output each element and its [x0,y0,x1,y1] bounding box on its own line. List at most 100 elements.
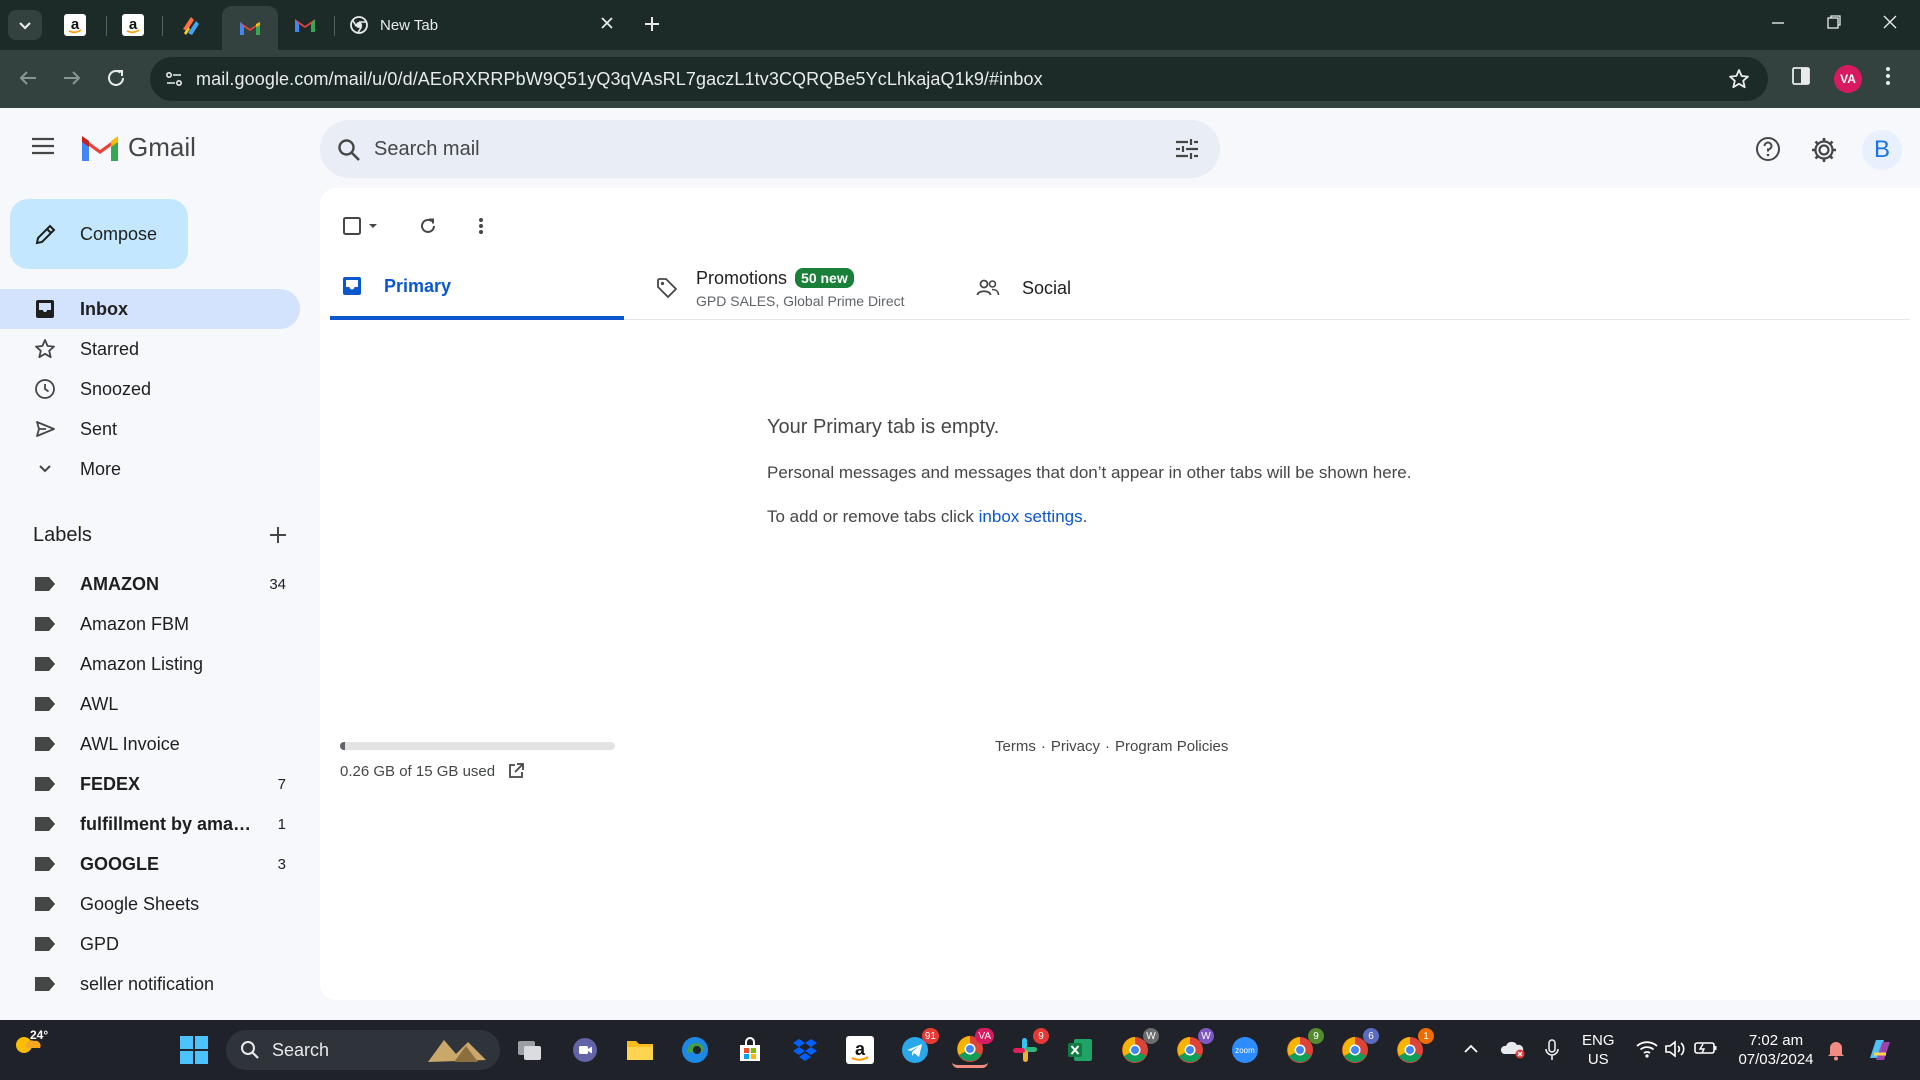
tab-app[interactable] [164,6,218,44]
close-window-icon[interactable] [1882,14,1898,30]
program-policies-link[interactable]: Program Policies [1115,738,1228,755]
zoom-button[interactable]: zoom [1227,1032,1263,1068]
more-vert-icon[interactable] [1884,65,1892,87]
back-arrow-icon[interactable] [16,66,40,90]
search-bar[interactable] [320,120,1220,178]
select-dropdown-icon[interactable] [368,221,378,231]
close-icon[interactable] [600,16,614,30]
gmail-logo[interactable]: Gmail [80,132,196,163]
search-options-icon[interactable] [1174,137,1200,161]
open-external-icon[interactable] [507,762,525,780]
slack-button[interactable]: 9 [1007,1028,1049,1068]
taskbar-search[interactable]: Search [226,1030,500,1070]
site-settings-icon[interactable] [164,69,184,89]
search-icon[interactable] [336,137,362,163]
tray-chevron-up-icon[interactable] [1462,1042,1480,1056]
label-item-amazon-listing[interactable]: Amazon Listing [0,644,300,684]
tab-gmail-active[interactable] [222,6,278,50]
label-count: 1 [277,815,286,833]
amazon-app-button[interactable]: a [842,1032,878,1068]
chrome-w1-button[interactable]: W [1117,1028,1159,1068]
label-item-fedex[interactable]: FEDEX 7 [0,764,300,804]
side-panel-icon[interactable] [1790,65,1812,87]
tab-promotions[interactable]: Promotions 50 new GPD SALES, Global Prim… [646,256,946,320]
refresh-icon[interactable] [418,216,438,236]
footer-links: Terms · Privacy · Program Policies [995,738,1228,755]
volume-icon[interactable] [1664,1040,1686,1058]
tab-primary[interactable]: Primary [330,256,624,320]
privacy-link[interactable]: Privacy [1051,738,1100,755]
wifi-icon[interactable] [1636,1040,1658,1058]
settings-gear-icon[interactable] [1810,136,1838,164]
browser-profile-avatar[interactable]: VA [1834,65,1862,93]
teams-chat-button[interactable] [567,1032,603,1068]
onedrive-offline-icon[interactable] [1500,1039,1526,1059]
inbox-settings-link[interactable]: inbox settings [979,507,1083,526]
telegram-button[interactable]: 91 [897,1028,939,1068]
sidebar-item-snoozed[interactable]: Snoozed [0,369,300,409]
gmail-icon [294,17,316,33]
label-name: Amazon FBM [80,613,190,634]
add-label-plus-icon[interactable] [267,524,289,546]
store-button[interactable] [732,1032,768,1068]
task-view-button[interactable] [512,1032,548,1068]
tab-amazon-1[interactable]: a [48,6,102,44]
terms-link[interactable]: Terms [995,738,1036,755]
battery-icon[interactable] [1694,1040,1718,1056]
tab-label: Social [1022,277,1072,298]
tab-gmail-2[interactable] [278,6,332,44]
chrome-va-button[interactable]: VA [952,1028,994,1068]
help-icon[interactable] [1755,136,1781,162]
sidebar-item-inbox[interactable]: Inbox [0,289,300,329]
pencil-icon [34,222,58,246]
account-avatar[interactable]: B [1862,130,1902,170]
dropbox-icon [791,1037,819,1063]
language-indicator[interactable]: ENG US [1582,1031,1615,1069]
more-vert-icon[interactable] [478,216,484,236]
new-tab-plus-icon[interactable] [640,12,664,36]
chrome-w2-button[interactable]: W [1172,1028,1214,1068]
labels-title: Labels [33,524,92,546]
chrome-1-button[interactable]: 1 [1392,1028,1434,1068]
sidebar-item-sent[interactable]: Sent [0,409,300,449]
chrome-9-button[interactable]: 9 [1282,1028,1324,1068]
label-item-awl-invoice[interactable]: AWL Invoice [0,724,300,764]
copilot-icon[interactable] [1864,1034,1896,1066]
label-item-google[interactable]: GOOGLE 3 [0,844,300,884]
svg-text:a: a [71,16,80,33]
dropbox-button[interactable] [787,1032,823,1068]
main-menu-icon[interactable] [30,136,56,156]
start-button[interactable] [176,1032,212,1068]
chrome-6-button[interactable]: 6 [1337,1028,1379,1068]
reload-icon[interactable] [104,66,128,90]
microphone-icon[interactable] [1544,1038,1560,1062]
file-explorer-button[interactable] [622,1032,658,1068]
label-item-seller-notification[interactable]: seller notification [0,964,300,1004]
tab-amazon-2[interactable]: a [106,6,160,44]
tab-social[interactable]: Social [966,256,1266,320]
edge-button[interactable] [677,1032,713,1068]
tab-new-tab[interactable]: New Tab [338,6,628,44]
search-input[interactable] [374,132,1134,166]
label-item-gpd[interactable]: GPD [0,924,300,964]
restore-icon[interactable] [1826,14,1842,30]
bookmark-star-icon[interactable] [1728,68,1750,90]
sidebar-item-more[interactable]: More [0,449,300,489]
label-item-amazon-fbm[interactable]: Amazon FBM [0,604,300,644]
tab-search-button[interactable] [8,10,42,40]
excel-button[interactable] [1062,1032,1098,1068]
label-item-amazon[interactable]: AMAZON 34 [0,564,300,604]
address-bar[interactable]: mail.google.com/mail/u/0/d/AEoRXRRPbW9Q5… [150,57,1768,101]
weather-widget[interactable]: 24° [12,1028,48,1059]
sidebar-item-starred[interactable]: Starred [0,329,300,369]
forward-arrow-icon[interactable] [60,66,84,90]
notification-bell-icon[interactable] [1826,1039,1846,1061]
compose-button[interactable]: Compose [10,199,188,269]
minimize-icon[interactable] [1770,14,1786,30]
label-item-fulfillment-by-amazon[interactable]: fulfillment by amazon 1 [0,804,300,844]
label-item-google-sheets[interactable]: Google Sheets [0,884,300,924]
label-item-awl[interactable]: AWL [0,684,300,724]
clock[interactable]: 7:02 am 07/03/2024 [1736,1031,1816,1069]
label-count: 3 [277,855,286,873]
select-checkbox[interactable] [342,216,362,236]
